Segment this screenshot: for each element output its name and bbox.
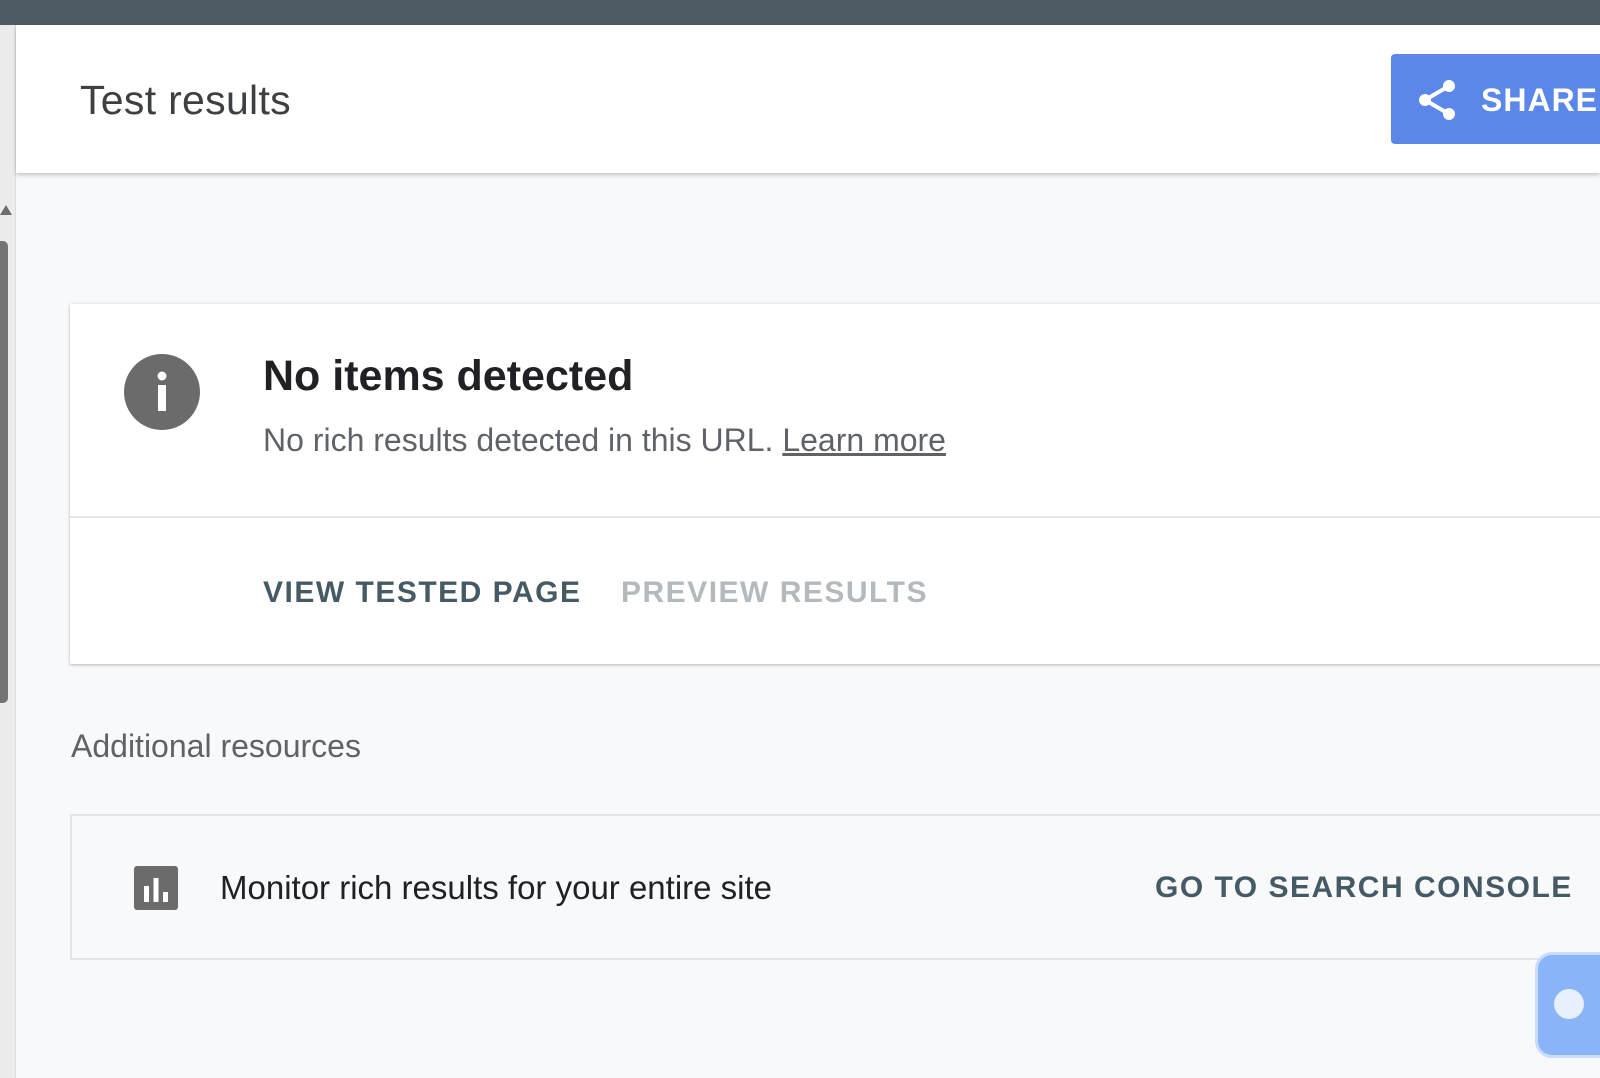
card-divider [70, 516, 1600, 518]
additional-resources-heading: Additional resources [71, 728, 361, 764]
scroll-up-arrow[interactable] [0, 205, 12, 215]
share-button-label: SHARE [1481, 82, 1599, 118]
result-description-text: No rich results detected in this URL. [263, 422, 774, 458]
result-title: No items detected [263, 352, 634, 400]
resource-item-text: Monitor rich results for your entire sit… [220, 869, 773, 906]
bar-chart-icon [134, 866, 178, 910]
share-icon [1419, 80, 1455, 120]
scrollbar-thumb[interactable] [0, 241, 8, 703]
left-gutter [0, 25, 16, 1078]
result-card: No items detected No rich results detect… [70, 304, 1600, 664]
learn-more-link[interactable]: Learn more [782, 422, 946, 458]
page-header: Test results SHARE [16, 25, 1600, 173]
page-title: Test results [80, 77, 291, 123]
share-button[interactable]: SHARE [1391, 54, 1600, 144]
view-tested-page-button[interactable]: VIEW TESTED PAGE [263, 576, 581, 610]
go-to-search-console-button[interactable]: GO TO SEARCH CONSOLE [1155, 871, 1573, 905]
top-bar [0, 0, 1600, 25]
resource-item: Monitor rich results for your entire sit… [70, 814, 1600, 960]
feedback-fab[interactable] [1538, 955, 1600, 1055]
preview-results-button: PREVIEW RESULTS [621, 576, 928, 609]
info-icon [124, 354, 200, 430]
result-description: No rich results detected in this URL. Le… [263, 422, 946, 459]
feedback-icon [1554, 989, 1584, 1019]
